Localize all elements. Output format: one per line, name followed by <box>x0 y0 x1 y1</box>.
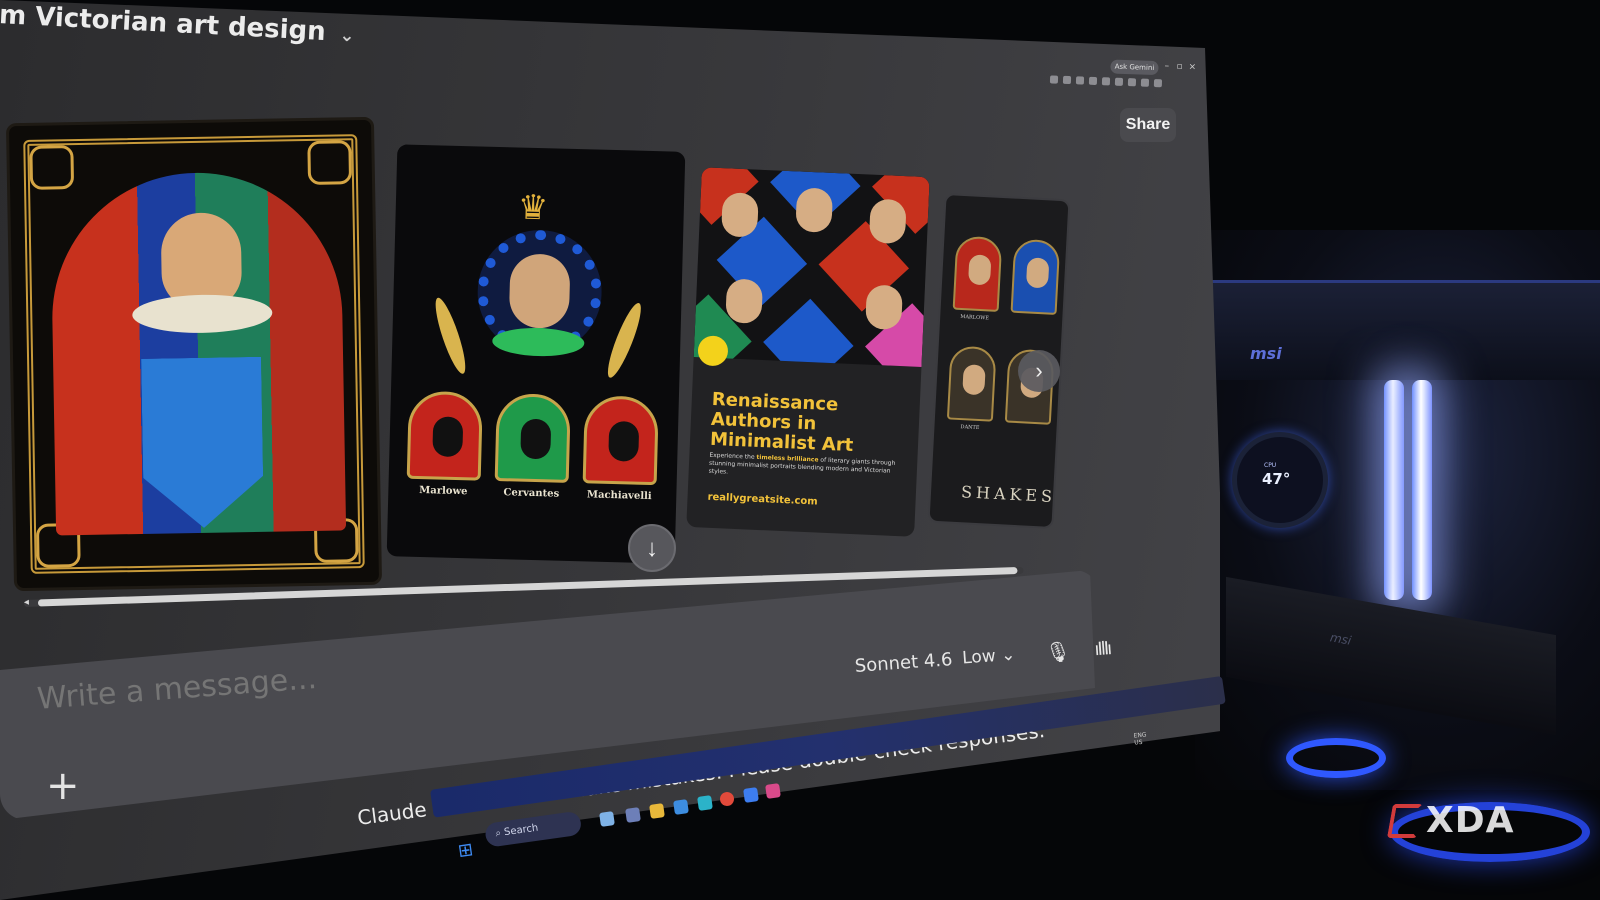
task-view-icon[interactable] <box>625 807 641 823</box>
extension-icon[interactable] <box>1049 75 1059 84</box>
minimize-icon[interactable]: – <box>1164 61 1169 71</box>
medallion-2 <box>494 392 571 483</box>
gpu-logo: msi <box>1250 344 1282 363</box>
medallion-1 <box>406 390 483 481</box>
extension-icons <box>1049 75 1163 88</box>
maximize-icon[interactable]: ▫ <box>1176 62 1182 72</box>
weather-icon[interactable] <box>599 811 615 827</box>
medallion-3 <box>582 395 659 486</box>
browser-toolbar: Ask Gemini – ▫ × <box>1049 57 1200 104</box>
store-icon[interactable] <box>673 799 689 815</box>
portrait-face <box>508 253 571 329</box>
portrait-arch <box>49 170 347 536</box>
waveform-icon[interactable]: ıIlIı <box>1094 638 1111 660</box>
mosaic-tile <box>763 298 854 367</box>
chevron-right-icon[interactable]: › <box>1018 350 1060 392</box>
mosaic-portrait <box>865 284 903 331</box>
medallion-label: Machiavelli <box>586 489 652 503</box>
taskbar-search-label: Search <box>503 822 540 839</box>
generated-image-1[interactable] <box>5 116 383 592</box>
ask-gemini-button[interactable]: Ask Gemini <box>1110 59 1159 76</box>
arrow-down-icon[interactable]: ↓ <box>628 524 676 572</box>
extension-icon[interactable] <box>1088 76 1098 86</box>
mosaic-portrait <box>720 192 759 238</box>
feather-left <box>430 295 471 377</box>
medallion-figure <box>432 416 464 458</box>
extension-icon[interactable] <box>1101 77 1111 86</box>
medallion-label: Cervantes <box>503 487 560 500</box>
portrait-mosaic <box>693 167 930 367</box>
share-button[interactable]: Share <box>1120 108 1176 142</box>
mini-label: DANTE <box>960 424 980 432</box>
chevron-down-icon[interactable]: ⌄ <box>339 25 355 47</box>
generated-image-3[interactable]: Renaissance Authors in Minimalist Art Ex… <box>686 167 930 537</box>
ram-stick-left <box>1384 380 1404 600</box>
file-explorer-icon[interactable] <box>649 803 665 819</box>
menu-icon[interactable] <box>1153 79 1163 88</box>
portrait-shield <box>141 357 264 529</box>
extension-icon[interactable] <box>1127 78 1137 87</box>
crown-icon: ♛ <box>517 187 549 229</box>
effort-selector[interactable]: Low ⌄ <box>962 645 1016 669</box>
mail-icon[interactable] <box>697 795 713 811</box>
effort-label: Low <box>961 646 997 669</box>
plus-icon[interactable]: + <box>46 766 80 806</box>
portrait-collar <box>131 293 273 335</box>
app-icon[interactable] <box>765 783 781 799</box>
bookmark-star-icon[interactable] <box>1075 76 1085 85</box>
pump-temperature: 47° <box>1262 470 1291 488</box>
frame-corner <box>29 145 75 190</box>
mini-portrait <box>946 345 997 422</box>
microphone-icon[interactable]: 🎙 <box>1044 639 1071 665</box>
decorative-blob <box>697 335 729 367</box>
conversation-title-text: m Victorian art design <box>0 0 327 48</box>
generated-image-2[interactable]: ♛ Marlowe Cervantes Machiavelli <box>386 144 686 564</box>
mosaic-portrait <box>795 187 834 233</box>
medallion-figure <box>608 420 640 462</box>
graphics-card <box>1205 280 1600 380</box>
close-icon[interactable]: × <box>1188 62 1196 72</box>
mini-figure <box>1025 257 1050 289</box>
extension-icon[interactable] <box>1062 75 1072 85</box>
medallion-figure <box>520 418 552 460</box>
feather-right <box>602 300 647 381</box>
xda-watermark: XDA <box>1387 800 1515 841</box>
mini-portrait <box>1010 238 1061 315</box>
xda-logo-icon <box>1387 803 1423 838</box>
windows-start-icon[interactable]: ⊞ <box>457 839 475 862</box>
medallion-label: Marlowe <box>419 484 468 498</box>
search-icon: ⌕ <box>494 827 502 840</box>
fan-ring <box>1286 738 1386 778</box>
conversation-title[interactable]: m Victorian art design ⌄ <box>0 0 355 49</box>
mini-figure <box>962 364 986 396</box>
frame-corner <box>307 140 353 185</box>
todo-icon[interactable] <box>743 787 759 803</box>
xda-logo-text: XDA <box>1426 800 1515 841</box>
scroll-left-icon[interactable]: ◂ <box>24 597 29 608</box>
ram-stick-right <box>1412 380 1432 600</box>
pump-label: CPU <box>1264 462 1277 469</box>
poster-url: reallygreatsite.com <box>707 491 818 508</box>
poster-title-partial: SHAKESP <box>960 482 1071 507</box>
extension-icon[interactable] <box>1114 77 1124 86</box>
mini-portrait <box>952 235 1003 312</box>
mosaic-portrait <box>725 278 764 324</box>
chevron-down-icon: ⌄ <box>1000 644 1017 666</box>
mosaic-portrait <box>868 198 907 245</box>
tray-language[interactable]: ENG US <box>1133 731 1147 746</box>
profile-icon[interactable] <box>1140 78 1150 87</box>
poster-title: Renaissance Authors in Minimalist Art <box>709 388 854 457</box>
mini-label: MARLOWE <box>960 313 990 322</box>
mini-figure <box>967 254 992 286</box>
